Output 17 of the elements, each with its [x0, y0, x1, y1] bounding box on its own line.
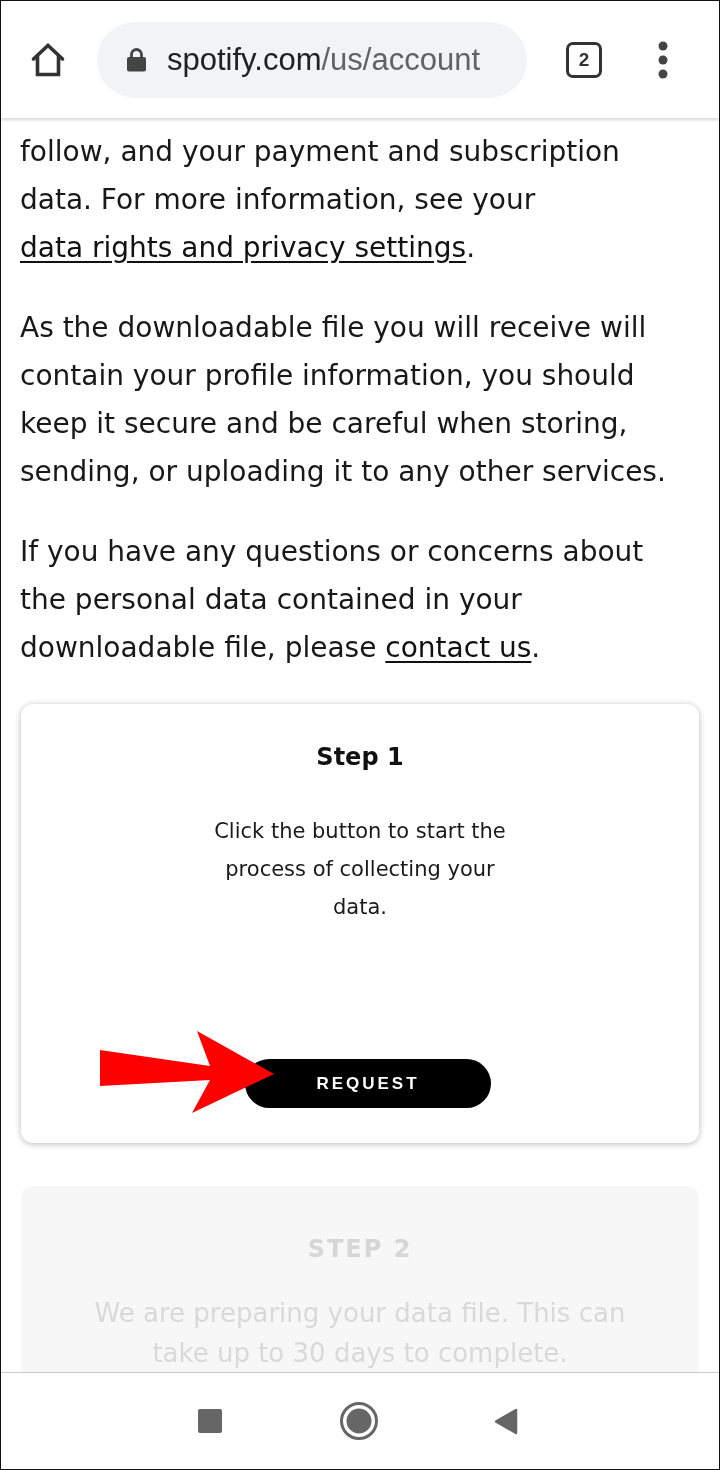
step-description: Click the button to start the process of collecting your data. [213, 818, 507, 921]
link[interactable]: contact us [385, 631, 532, 664]
request-button[interactable]: REQUEST [245, 1059, 491, 1108]
menu-icon[interactable] [658, 40, 668, 79]
lock-icon [126, 47, 147, 72]
circle-icon[interactable] [340, 1402, 378, 1440]
url-text: spotify.com/us/account [167, 41, 481, 78]
paragraph: As the downloadable file you will receive will contain your profile information, you should keep it secure and be careful when storing, sending, or uploading it to any other services. [19, 310, 667, 490]
paragraph: follow, and your payment and subscription data. For more information, see your data rights and privacy settings. [19, 134, 621, 266]
arrow-icon [99, 1030, 275, 1114]
step-title: Step 1 [316, 742, 404, 772]
link[interactable]: data rights and privacy settings [20, 231, 467, 264]
tab-switcher-button[interactable]: 2 [566, 41, 602, 78]
back-icon[interactable] [494, 1407, 518, 1435]
address-bar[interactable]: spotify.com/us/account [97, 21, 527, 98]
home-icon[interactable] [30, 41, 66, 78]
paragraph: If you have any questions or concerns about the personal data contained in your downloadable file, please contact us. [19, 534, 645, 666]
